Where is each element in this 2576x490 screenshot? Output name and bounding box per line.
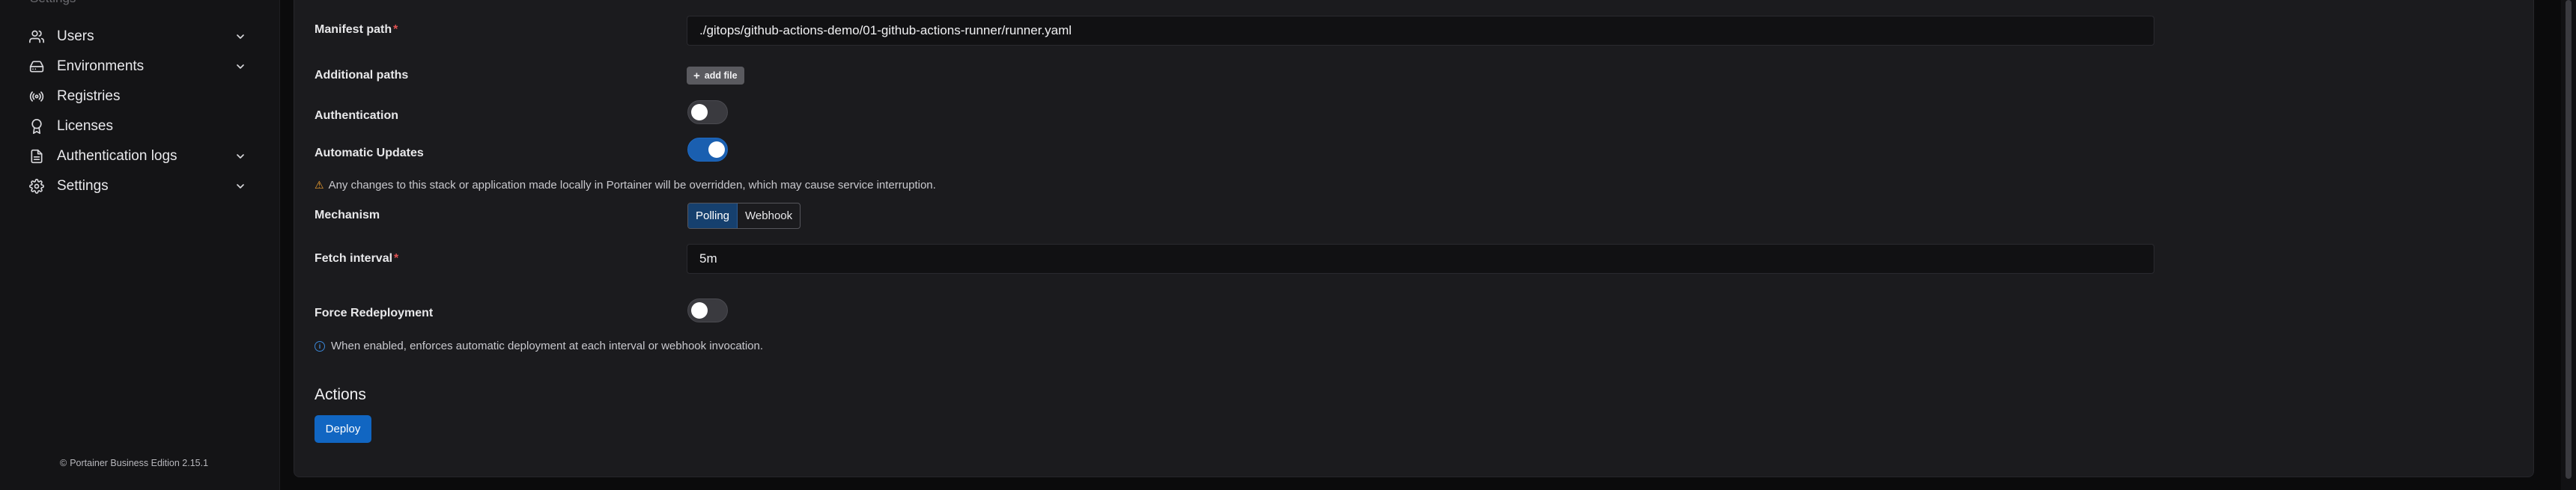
- toggle-knob: [691, 302, 708, 319]
- force-redeployment-label: Force Redeployment: [315, 307, 434, 319]
- required-marker: *: [393, 23, 398, 36]
- automatic-updates-label: Automatic Updates: [315, 147, 424, 159]
- copyright-symbol: ©: [60, 458, 67, 468]
- fetch-interval-input[interactable]: 5m: [687, 244, 2154, 274]
- deploy-button[interactable]: Deploy: [315, 415, 371, 443]
- chevron-down-icon: [234, 150, 247, 163]
- fetch-interval-label-text: Fetch interval: [315, 252, 393, 265]
- add-file-label: add file: [704, 70, 738, 81]
- warning-text: Any changes to this stack or application…: [328, 179, 936, 192]
- mechanism-button-group: Polling Webhook: [687, 203, 801, 229]
- authentication-toggle[interactable]: [687, 100, 728, 124]
- sidebar-item-label: Licenses: [57, 118, 113, 134]
- plus-icon: +: [693, 69, 700, 82]
- add-file-button[interactable]: + add file: [687, 67, 744, 85]
- mechanism-polling-button[interactable]: Polling: [688, 203, 738, 228]
- sidebar-item-environments[interactable]: Environments: [28, 53, 253, 80]
- actions-title: Actions: [315, 386, 366, 403]
- mechanism-webhook-button[interactable]: Webhook: [738, 203, 800, 228]
- force-redeployment-help: i When enabled, enforces automatic deplo…: [315, 340, 763, 352]
- sidebar-item-label: Environments: [57, 58, 145, 74]
- sidebar: Settings Users Environments Registries L…: [0, 0, 280, 490]
- sidebar-item-label: Registries: [57, 88, 121, 104]
- hard-drive-icon: [28, 58, 45, 75]
- warning-triangle-icon: ⚠: [315, 179, 324, 191]
- chevron-down-icon: [234, 60, 247, 73]
- sidebar-item-label: Authentication logs: [57, 148, 177, 164]
- sidebar-item-users[interactable]: Users: [28, 23, 253, 50]
- toggle-knob: [691, 104, 708, 120]
- force-redeployment-toggle[interactable]: [687, 298, 728, 322]
- manifest-path-input[interactable]: ./gitops/github-actions-demo/01-github-a…: [687, 16, 2154, 46]
- chevron-down-icon: [234, 180, 247, 193]
- info-circle-icon: i: [315, 340, 325, 352]
- radio-icon: [28, 88, 45, 105]
- info-text: When enabled, enforces automatic deploym…: [331, 340, 764, 352]
- manifest-path-label: Manifest path *: [315, 23, 398, 37]
- fetch-interval-label: Fetch interval *: [315, 252, 398, 266]
- authentication-label: Authentication: [315, 109, 398, 122]
- required-marker: *: [394, 252, 399, 265]
- additional-paths-label: Additional paths: [315, 69, 409, 82]
- sidebar-item-authentication-logs[interactable]: Authentication logs: [28, 143, 253, 170]
- sidebar-item-licenses[interactable]: Licenses: [28, 113, 253, 140]
- sidebar-item-settings[interactable]: Settings: [28, 173, 253, 200]
- scrollbar-thumb[interactable]: [2566, 0, 2572, 479]
- sidebar-footer: © Portainer Business Edition 2.15.1: [60, 458, 208, 468]
- users-icon: [28, 28, 45, 45]
- sidebar-item-label: Settings: [57, 178, 109, 194]
- mechanism-label: Mechanism: [315, 209, 380, 221]
- manifest-path-label-text: Manifest path: [315, 23, 392, 36]
- form-panel: [294, 0, 2534, 477]
- award-icon: [28, 118, 45, 135]
- version-text: Portainer Business Edition 2.15.1: [70, 458, 209, 468]
- sidebar-heading: Settings: [30, 0, 76, 6]
- gear-icon: [28, 178, 45, 195]
- sidebar-item-label: Users: [57, 28, 94, 44]
- chevron-down-icon: [234, 30, 247, 43]
- override-warning: ⚠ Any changes to this stack or applicati…: [315, 179, 936, 192]
- file-text-icon: [28, 148, 45, 165]
- sidebar-item-registries[interactable]: Registries: [28, 83, 253, 110]
- automatic-updates-toggle[interactable]: [687, 138, 728, 162]
- toggle-knob: [708, 141, 725, 158]
